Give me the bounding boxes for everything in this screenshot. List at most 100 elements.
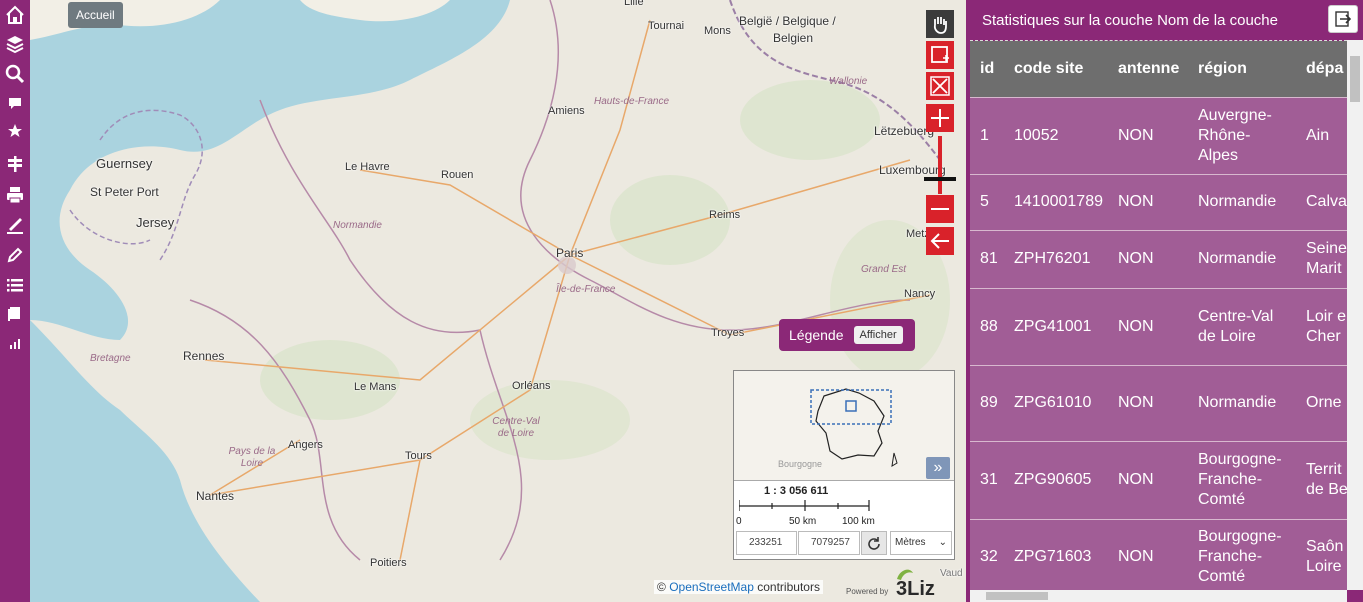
region-bretagne: Bretagne <box>90 353 131 364</box>
document-icon[interactable] <box>0 300 30 326</box>
scalebar <box>738 499 874 517</box>
place-nantes: Nantes <box>196 489 235 503</box>
scale-tick-50: 50 km <box>789 516 817 527</box>
stats-icon[interactable] <box>0 330 30 356</box>
overview-label-bourgogne: Bourgogne <box>778 459 823 469</box>
region-wallonie: Wallonie <box>829 76 868 87</box>
place-tours: Tours <box>405 450 432 462</box>
units-select[interactable]: Mètres ⌄ <box>890 531 952 555</box>
column-header-id[interactable]: id <box>970 41 1004 97</box>
cell-code-site: ZPG90605 <box>1004 440 1108 519</box>
cell-code-site: ZPG41001 <box>1004 287 1108 365</box>
zoom-slider-track[interactable] <box>938 136 942 194</box>
place-troyes: Troyes <box>711 327 745 339</box>
statistics-panel: Statistiques sur la couche Nom de la cou… <box>966 0 1363 602</box>
osm-link[interactable]: OpenStreetMap <box>669 580 754 594</box>
cell-departement-line: Orne <box>1306 394 1342 411</box>
place-luxembourg: Luxembourg <box>879 163 946 177</box>
region-ile-de-france: Île-de-France <box>556 284 616 295</box>
horizontal-scroll-thumb[interactable] <box>986 592 1048 600</box>
coord-x-field[interactable]: 233251 <box>736 531 797 555</box>
cell-antenne: NON <box>1108 173 1188 230</box>
chevron-down-icon: ⌄ <box>938 537 947 548</box>
table-row[interactable]: 81 ZPH76201 NON Normandie Seine Marit <box>970 229 1347 288</box>
column-header-departement[interactable]: dépa <box>1296 41 1347 97</box>
table-row[interactable]: 32 ZPG71603 NON Bourgogne- Franche- Comté Saôn… <box>970 518 1347 590</box>
pan-button[interactable] <box>926 10 954 38</box>
scale-tick-100: 100 km <box>842 516 875 527</box>
cell-departement-line: Ain <box>1306 126 1330 144</box>
zoom-slider-handle[interactable] <box>924 177 956 181</box>
scale-tick-0: 0 <box>736 516 742 527</box>
panel-close-button[interactable] <box>1328 5 1358 33</box>
cell-region-line: Franche- <box>1198 548 1263 566</box>
cell-region-line: Franche- <box>1198 471 1263 488</box>
zoom-extent-button[interactable] <box>926 72 954 100</box>
cell-region-line: Normandie <box>1198 193 1277 210</box>
powered-by-3liz[interactable]: Powered by 3Liz <box>846 565 964 602</box>
cell-region: Normandie <box>1188 364 1296 441</box>
cell-region: Auvergne- Rhône- Alpes <box>1188 96 1296 174</box>
horizontal-scrollbar[interactable] <box>970 590 1347 602</box>
print-icon[interactable] <box>0 182 30 208</box>
home-breadcrumb[interactable]: Accueil <box>68 2 123 28</box>
stats-table-container[interactable]: id code site antenne région dépa 1 10052 N… <box>970 40 1347 590</box>
table-row[interactable]: 89 ZPG61010 NON Normandie Orne <box>970 364 1347 441</box>
measure-icon[interactable] <box>0 212 30 238</box>
column-header-code-site[interactable]: code site <box>1004 41 1108 97</box>
cell-antenne: NON <box>1108 364 1188 441</box>
cell-region-line: Comté <box>1198 491 1246 508</box>
france-outline <box>810 388 898 467</box>
table-row[interactable]: 31 ZPG90605 NON Bourgogne- Franche- Comté Terr… <box>970 440 1347 519</box>
vertical-scroll-thumb[interactable] <box>1350 56 1360 102</box>
place-lille: Lille <box>624 0 644 8</box>
overview-toggle-button[interactable]: » <box>926 457 950 479</box>
refresh-icon <box>868 537 880 550</box>
legend-bar: Légende Afficher <box>779 319 915 351</box>
cell-antenne: NON <box>1108 518 1188 590</box>
attribution-prefix: © <box>657 580 666 594</box>
place-tournai: Tournai <box>648 20 685 32</box>
coord-y-field[interactable]: 7079257 <box>798 531 860 555</box>
zoom-out-button[interactable] <box>926 195 954 223</box>
map-canvas[interactable]: Accueil Lille Tournai Mons België / Belg… <box>30 0 966 602</box>
cell-region-line: Centre-Val <box>1198 307 1274 325</box>
table-row[interactable]: 1 10052 NON Auvergne- Rhône- Alpes Ain <box>970 96 1347 174</box>
comment-icon[interactable] <box>0 90 30 116</box>
cell-departement-line: Loire <box>1306 558 1342 576</box>
plus-icon <box>931 109 949 127</box>
search-icon[interactable] <box>0 61 30 87</box>
place-rouen: Rouen <box>441 169 474 181</box>
left-toolbar <box>0 0 30 602</box>
cell-id: 31 <box>970 440 1004 519</box>
list-icon[interactable] <box>0 272 30 298</box>
region-grand-est: Grand Est <box>861 264 907 275</box>
zoom-box-button[interactable] <box>926 41 954 69</box>
column-header-region[interactable]: région <box>1188 41 1296 97</box>
legend-show-button[interactable]: Afficher <box>853 326 903 344</box>
refresh-button[interactable] <box>861 531 887 555</box>
overview-map[interactable]: Bourgogne <box>734 371 954 481</box>
vertical-scrollbar[interactable] <box>1347 40 1363 590</box>
zoom-in-button[interactable] <box>926 104 954 132</box>
column-header-antenne[interactable]: antenne <box>1108 41 1188 97</box>
home-icon[interactable] <box>0 2 30 28</box>
cell-departement: Saôn Loire <box>1296 518 1347 590</box>
star-icon[interactable] <box>0 118 30 144</box>
cell-id: 1 <box>970 96 1004 174</box>
cell-antenne: NON <box>1108 229 1188 288</box>
crossroad-icon[interactable] <box>0 151 30 177</box>
cell-code-site: 1410001789 <box>1004 173 1108 230</box>
edit-icon[interactable] <box>0 242 30 268</box>
table-row[interactable]: 5 1410001789 NON Normandie Calva <box>970 173 1347 230</box>
cell-id: 89 <box>970 364 1004 441</box>
table-row[interactable]: 88 ZPG41001 NON Centre-Val de Loire Loir e Che… <box>970 287 1347 365</box>
minus-icon <box>931 208 949 210</box>
cell-region-line: Rhône- <box>1198 126 1251 144</box>
cell-departement-line: Calva <box>1306 193 1347 210</box>
cell-region-line: Bourgogne- <box>1198 451 1282 468</box>
layers-icon[interactable] <box>0 31 30 57</box>
units-select-value: Mètres <box>895 537 926 548</box>
previous-extent-button[interactable] <box>926 227 954 255</box>
place-belgium-de: Belgien <box>773 31 814 45</box>
